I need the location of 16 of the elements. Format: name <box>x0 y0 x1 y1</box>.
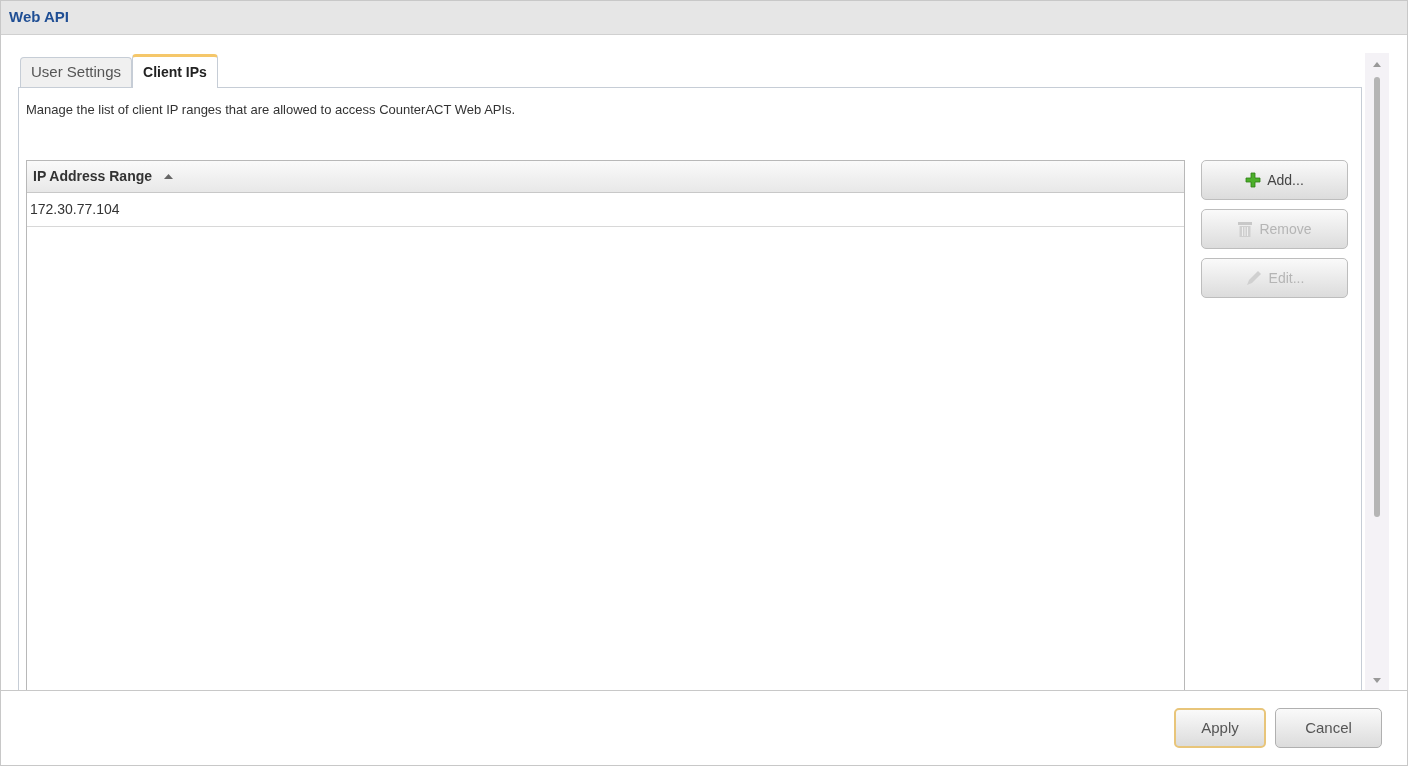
description-text: Manage the list of client IP ranges that are allowed to access CounterACT Web APIs. <box>26 101 517 119</box>
window-title: Web API <box>9 7 69 28</box>
tab[interactable]: User Settings <box>20 57 133 87</box>
scrollbar[interactable] <box>1365 53 1389 691</box>
dialog-button[interactable]: Apply <box>1174 708 1266 748</box>
plus-icon <box>1245 172 1262 188</box>
add-button[interactable]: Add... <box>1201 160 1348 200</box>
table-cell-text: 172.30.77.104 <box>29 200 121 219</box>
trash-icon <box>1237 220 1254 238</box>
dialog-button[interactable]: Cancel <box>1275 708 1382 748</box>
scroll-down-icon[interactable] <box>1373 678 1381 683</box>
scroll-thumb[interactable] <box>1374 77 1380 517</box>
tab[interactable]: Client IPs <box>132 54 218 88</box>
scroll-up-icon[interactable] <box>1373 62 1381 67</box>
pencil-icon <box>1244 269 1263 287</box>
column-header[interactable]: IP Address Range <box>27 161 180 192</box>
